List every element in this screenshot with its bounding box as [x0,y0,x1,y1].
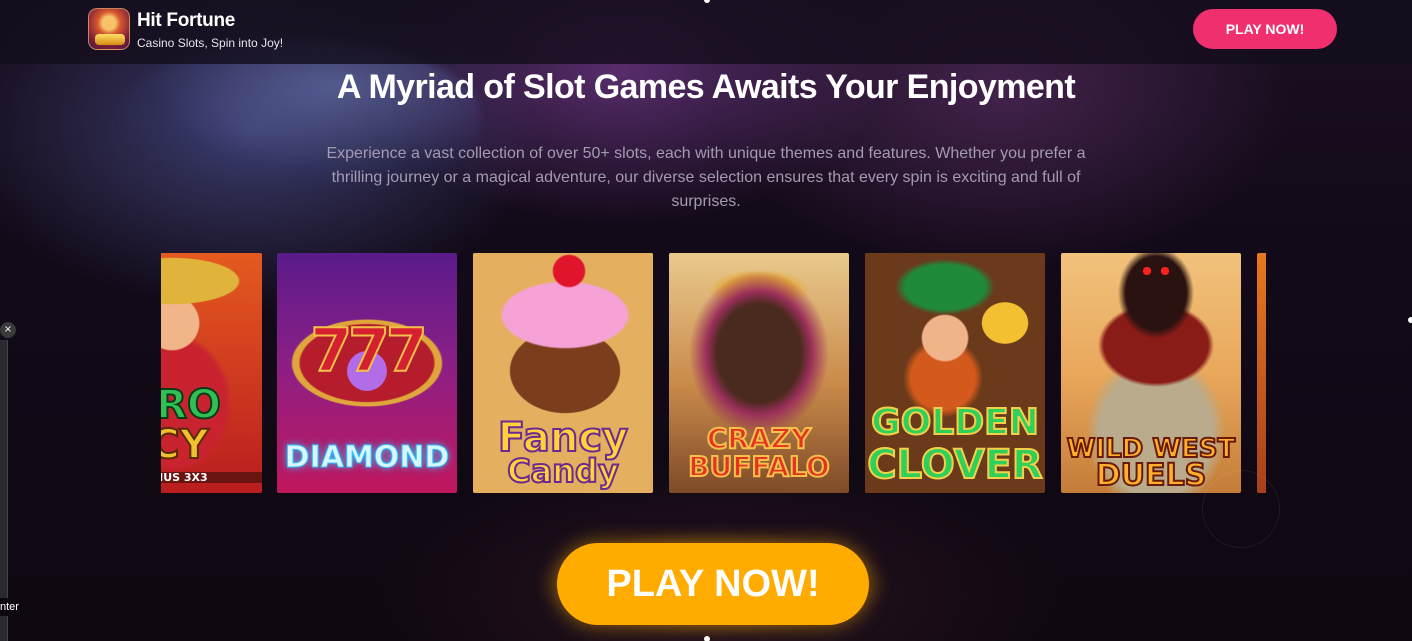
game-card-title-line2: Candy [506,452,620,490]
game-card-title-line2: BUFFALO [687,450,830,483]
game-card-title-line2: ICY [161,422,210,468]
game-card-title-line1: 777 [309,316,428,386]
side-widget-panel[interactable] [0,340,8,641]
game-card-title-line1: CRAZY [706,422,812,455]
game-card-art [1257,253,1266,493]
brand-name: Hit Fortune [137,10,236,31]
game-card-fancy-candy[interactable]: Fancy Candy [473,253,653,493]
game-card-crazy-buffalo[interactable]: CRAZY BUFFALO [669,253,849,493]
side-widget-label: nter [0,598,24,616]
game-carousel[interactable]: DRO ICY BONUS 3X3 777 DIAMOND Fancy Cand… [161,253,1266,493]
section-description: Experience a vast collection of over 50+… [326,145,1086,210]
main-play-now-button[interactable]: PLAY NOW! [557,543,869,625]
app-logo[interactable] [88,8,130,50]
game-card-title-line1: DRO [161,382,222,428]
header-play-now-button[interactable]: PLAY NOW! [1193,9,1337,49]
game-card-pedro-spicy[interactable]: DRO ICY BONUS 3X3 [161,253,262,493]
game-card-title-line1: GOLDEN [870,402,1040,443]
game-card-diamond[interactable]: 777 DIAMOND [277,253,457,493]
section-title: A Myriad of Slot Games Awaits Your Enjoy… [336,68,1076,106]
game-card-golden-clover[interactable]: GOLDEN CLOVER [865,253,1045,493]
brand-tagline: Casino Slots, Spin into Joy! [137,36,284,50]
site-header: Hit Fortune Casino Slots, Spin into Joy!… [0,0,1412,64]
game-card-badge: BONUS 3X3 [161,472,262,483]
game-card-wild-west-duels[interactable]: WILD WEST DUELS [1061,253,1241,493]
game-card-title-line2: CLOVER [866,442,1043,488]
selection-handle-right[interactable] [1408,317,1412,323]
game-card-partial[interactable] [1257,253,1266,493]
decorative-ring [1202,470,1280,548]
close-icon[interactable]: × [0,322,16,338]
game-card-title-line2: DIAMOND [284,440,450,475]
